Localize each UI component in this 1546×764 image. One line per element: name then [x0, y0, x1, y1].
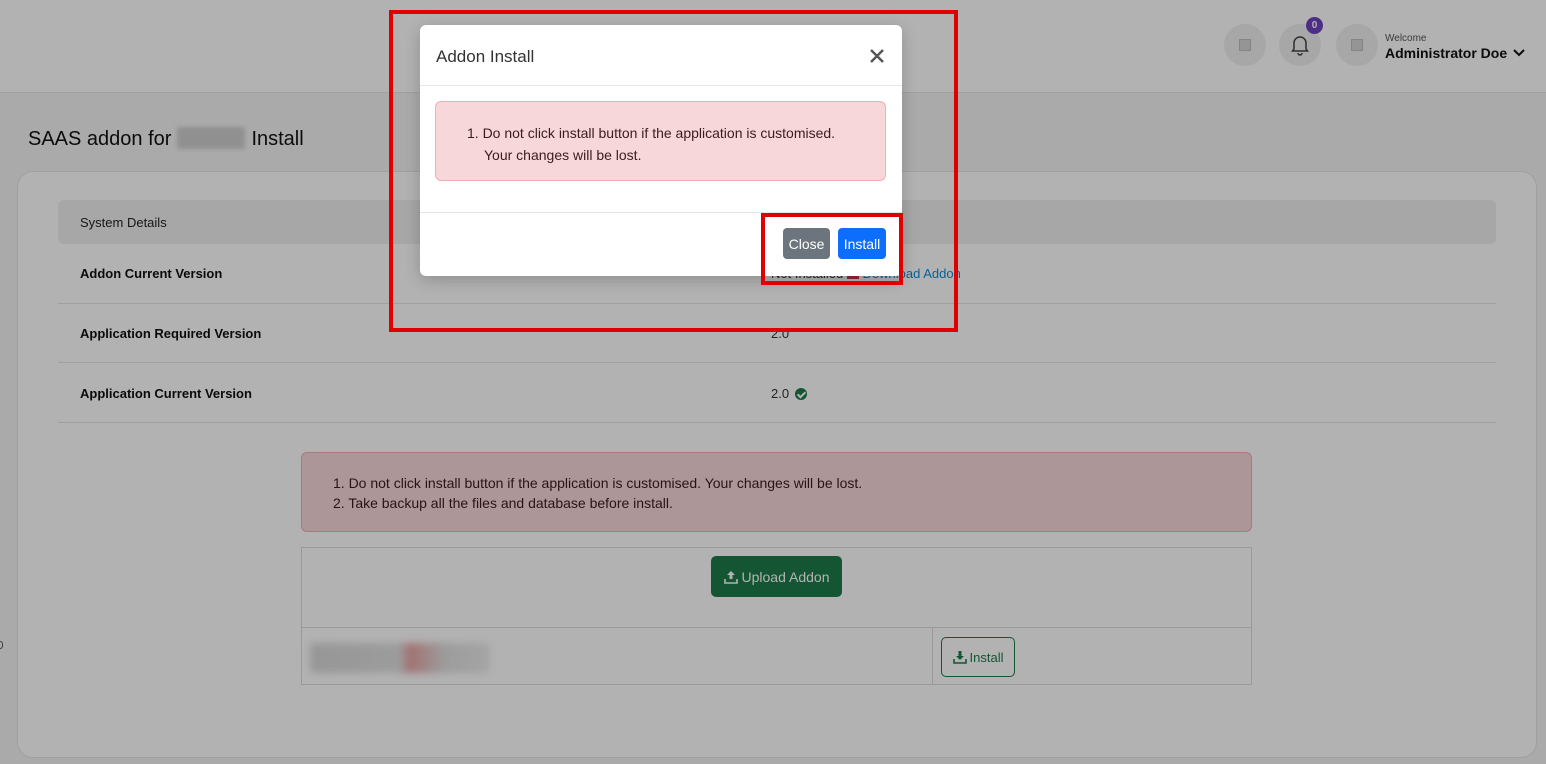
- highlight-box-buttons: [761, 213, 903, 285]
